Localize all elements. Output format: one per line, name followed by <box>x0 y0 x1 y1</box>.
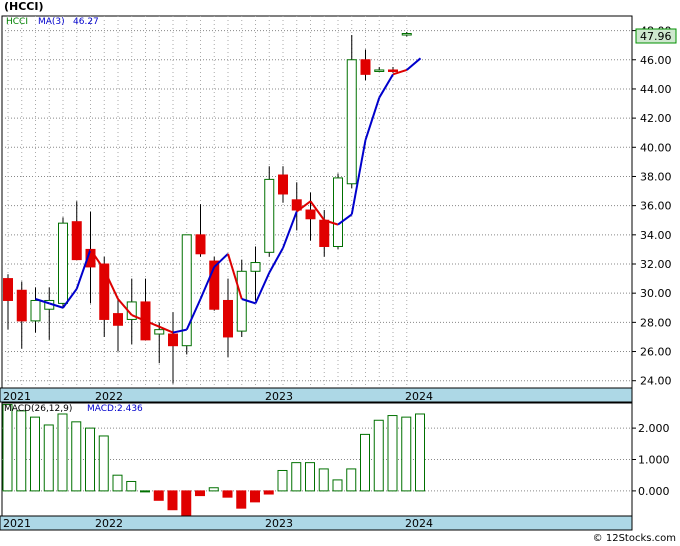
macd-bar <box>153 490 164 501</box>
candle-body <box>168 333 178 347</box>
legend-ma-value: 46.27 <box>73 17 99 27</box>
candle <box>58 217 68 308</box>
macd-bar <box>98 435 109 492</box>
macd-x-tick-label: 2024 <box>405 517 433 530</box>
macd-panel: 2.000 1.000 0.000 2021 2022 2023 2024 <box>0 402 670 531</box>
candle-body <box>16 289 27 322</box>
macd-bar <box>140 490 150 493</box>
candle-body <box>154 329 165 335</box>
macd-bar <box>332 479 343 492</box>
macd-bar <box>305 462 315 492</box>
macd-bar <box>277 469 288 492</box>
candle-body <box>71 221 82 261</box>
price-tick-label: 26.00 <box>640 346 672 359</box>
price-tick-label: 32.00 <box>640 258 672 271</box>
macd-bar <box>387 415 398 492</box>
candle-body <box>250 262 261 272</box>
candle-body <box>388 69 398 72</box>
price-tick-label: 24.00 <box>640 375 672 388</box>
stock-chart: 48.0046.0044.0042.0040.0038.0036.0034.00… <box>0 0 680 546</box>
candle-body <box>305 209 316 220</box>
candle-body <box>278 174 288 195</box>
macd-bar <box>126 480 137 492</box>
footer-credit: © 12Stocks.com <box>592 533 676 544</box>
macd-tick-label: 0.000 <box>638 485 670 498</box>
macd-bar <box>373 419 384 492</box>
macd-bar <box>85 427 95 492</box>
legend-macd-label: MACD(26,12,9) <box>4 404 72 414</box>
candle-body <box>360 59 371 75</box>
last-price-label: 47.96 <box>640 30 672 43</box>
macd-bar <box>71 421 82 492</box>
price-tick-label: 44.00 <box>640 83 672 96</box>
candle-body <box>30 299 41 322</box>
macd-bar <box>208 487 219 492</box>
candle-body <box>99 263 110 320</box>
macd-bar <box>318 468 329 492</box>
candle-body <box>3 278 13 301</box>
macd-bar <box>16 410 27 492</box>
price-tick-label: 30.00 <box>640 287 672 300</box>
candle-body <box>401 33 412 36</box>
macd-bar <box>415 413 425 492</box>
candle-body <box>236 270 247 332</box>
macd-bar <box>236 490 247 509</box>
candle-body <box>264 178 275 253</box>
macd-bar <box>2 404 13 492</box>
candle <box>181 234 192 355</box>
candle-body <box>374 69 385 72</box>
price-tick-label: 36.00 <box>640 200 672 213</box>
macd-bar <box>112 474 123 492</box>
price-x-tick-label: 2022 <box>95 390 123 403</box>
macd-bar <box>291 462 302 492</box>
candle <box>264 166 275 257</box>
price-plot-area <box>1 15 633 389</box>
macd-x-tick-label: 2022 <box>95 517 123 530</box>
macd-bar <box>401 416 412 492</box>
price-tick-label: 46.00 <box>640 54 672 67</box>
macd-bar <box>43 424 54 492</box>
page-title: (HCCI) <box>4 0 44 13</box>
macd-x-tick-label: 2023 <box>265 517 293 530</box>
macd-bar <box>57 413 68 492</box>
macd-bar <box>167 490 178 511</box>
candle-body <box>319 219 330 247</box>
macd-bar <box>250 490 260 503</box>
candle-body <box>113 313 123 326</box>
candle-body <box>58 222 68 304</box>
candle-body <box>333 177 343 247</box>
macd-bar <box>360 433 370 492</box>
price-tick-label: 40.00 <box>640 141 672 154</box>
price-panel: 48.0046.0044.0042.0040.0038.0036.0034.00… <box>0 15 672 403</box>
macd-bar <box>195 490 205 497</box>
macd-bar <box>346 468 357 492</box>
legend-ma-label: MA(3) <box>38 17 65 27</box>
price-tick-label: 28.00 <box>640 316 672 329</box>
price-tick-label: 42.00 <box>640 112 672 125</box>
legend-macd-value: MACD:2.436 <box>87 404 143 414</box>
macd-bar <box>181 490 192 517</box>
candle-body <box>223 299 233 338</box>
price-x-tick-label: 2021 <box>3 390 31 403</box>
macd-x-tick-label: 2021 <box>3 517 31 530</box>
candle-body <box>346 59 357 185</box>
macd-tick-label: 1.000 <box>638 454 670 467</box>
macd-bar <box>222 490 233 498</box>
candle <box>333 173 343 250</box>
price-x-tick-label: 2024 <box>405 390 433 403</box>
legend-ticker: HCCI <box>6 17 28 27</box>
macd-bar <box>263 490 274 495</box>
price-tick-label: 38.00 <box>640 170 672 183</box>
candle-body <box>195 234 206 255</box>
macd-bar <box>30 416 40 492</box>
price-x-tick-label: 2023 <box>265 390 293 403</box>
price-tick-label: 34.00 <box>640 229 672 242</box>
macd-tick-label: 2.000 <box>638 422 670 435</box>
